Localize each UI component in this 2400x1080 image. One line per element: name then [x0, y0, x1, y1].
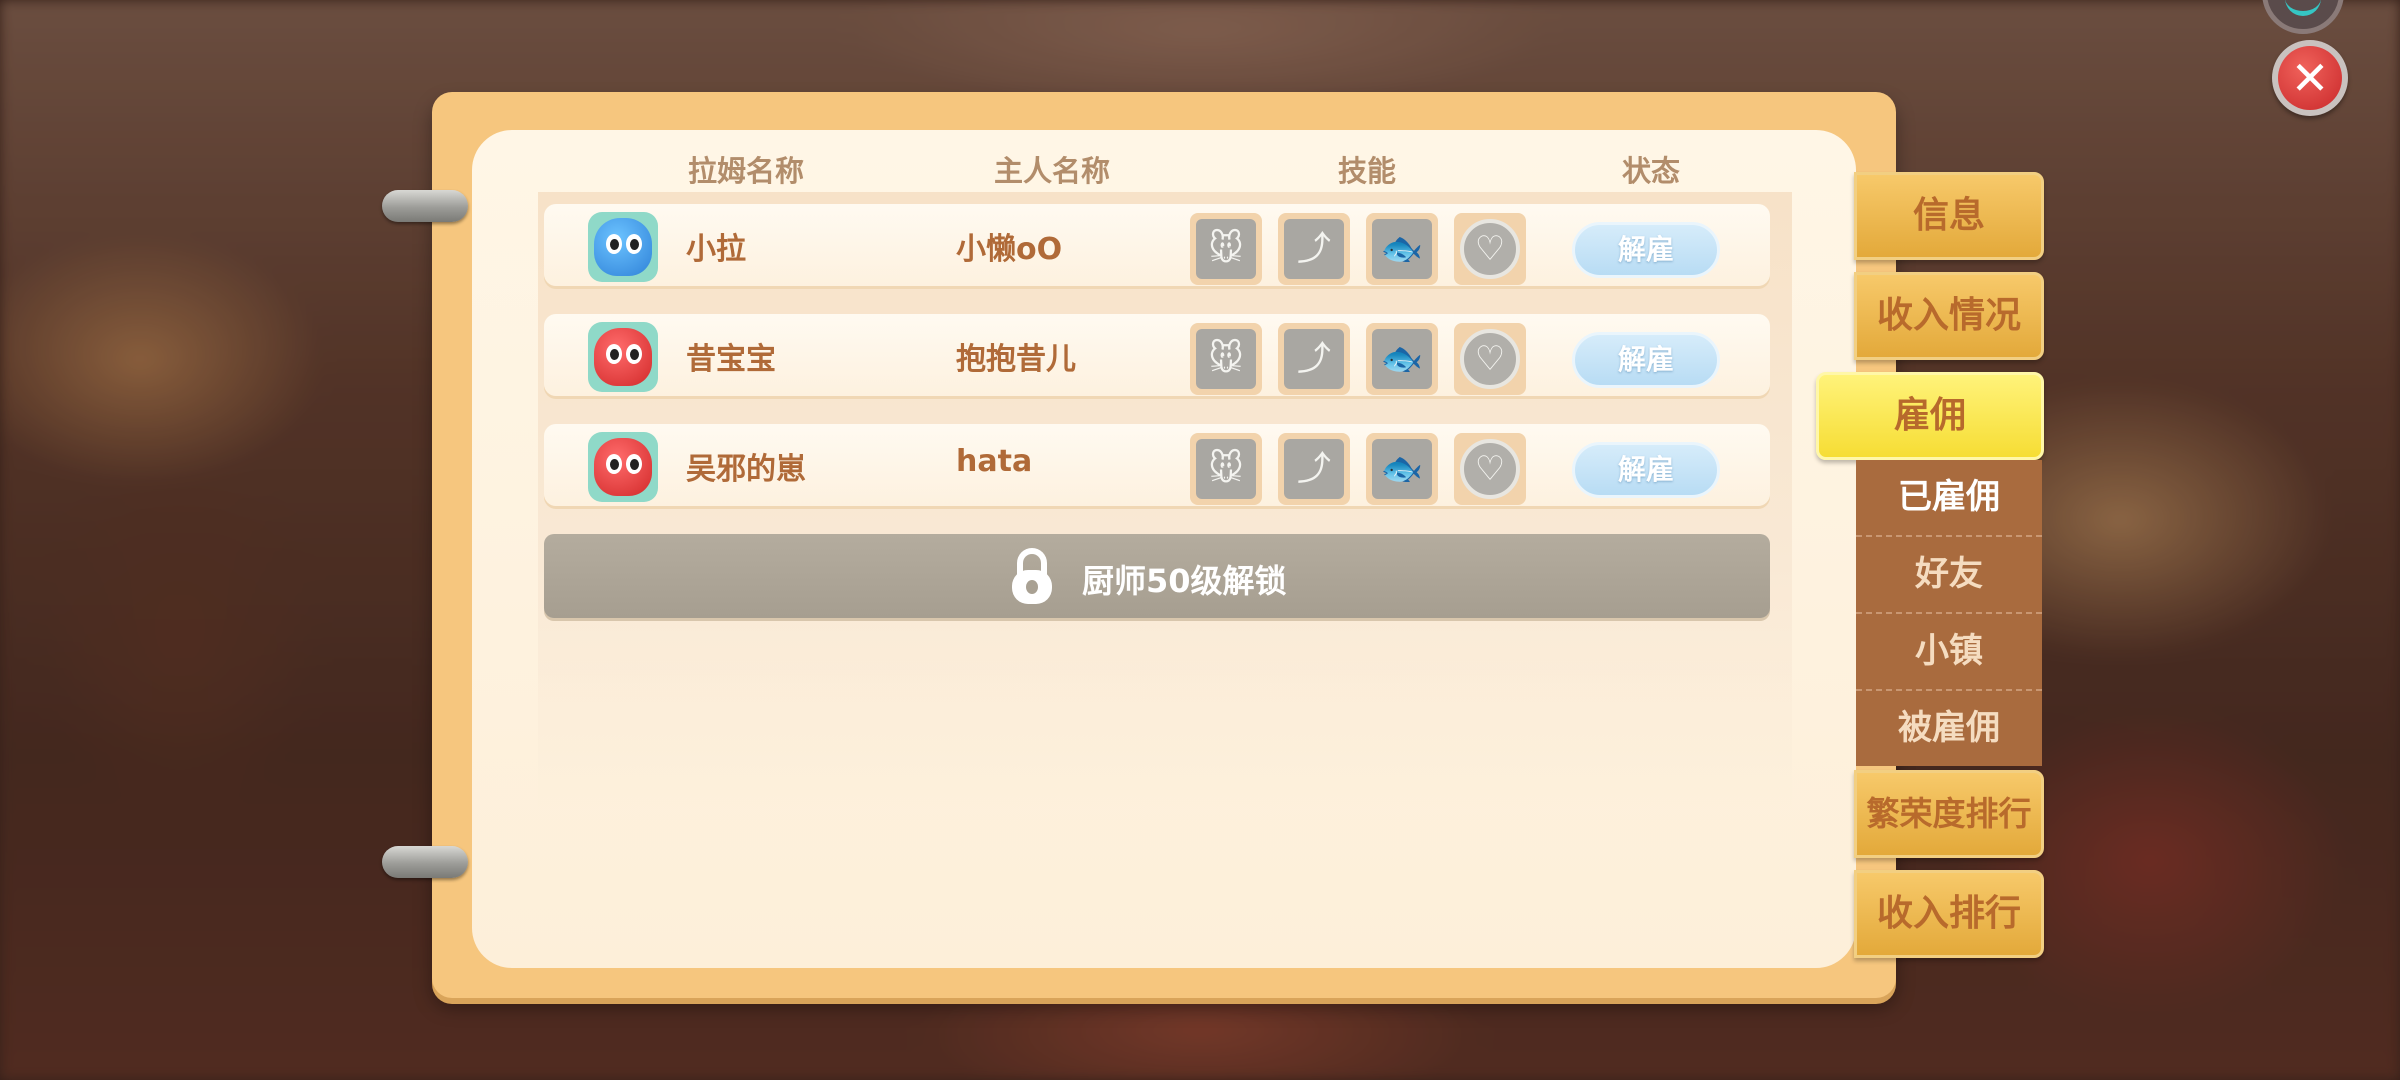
submenu-item-friends[interactable]: 好友 [1856, 537, 2042, 614]
dismiss-button[interactable]: 解雇 [1572, 442, 1720, 498]
dismiss-button[interactable]: 解雇 [1572, 332, 1720, 388]
mouse-skill-icon[interactable]: 🐭 [1190, 433, 1262, 505]
avatar [588, 212, 658, 282]
heart-skill-icon[interactable]: ♡ [1454, 323, 1526, 395]
fish-magnifier-skill-icon[interactable]: 🐟 [1366, 323, 1438, 395]
tab-hire[interactable]: 雇佣 [1816, 372, 2044, 460]
tab-prosperity-rank[interactable]: 繁荣度排行 [1854, 770, 2044, 858]
table-row: 昔宝宝 抱抱昔儿 🐭 ⤴ 🐟 ♡ 解雇 [544, 314, 1770, 396]
header-skills: 技能 [1338, 154, 1397, 188]
header-slime-name: 拉姆名称 [688, 154, 805, 188]
header-owner-name: 主人名称 [994, 154, 1111, 188]
submenu-item-hired[interactable]: 已雇佣 [1856, 460, 2042, 537]
owner-name: hata [956, 444, 1033, 479]
slime-name: 小拉 [686, 232, 746, 267]
table-row: 吴邪的崽 hata 🐭 ⤴ 🐟 ♡ 解雇 [544, 424, 1770, 506]
close-icon: ✕ [2278, 46, 2342, 110]
header-status: 状态 [1622, 154, 1681, 188]
locked-slot-bar[interactable]: 厨师50级解锁 [544, 534, 1770, 618]
slime-name: 吴邪的崽 [686, 452, 806, 487]
heart-skill-icon[interactable]: ♡ [1454, 433, 1526, 505]
red-slime-icon [594, 328, 652, 386]
red-slime-icon [594, 438, 652, 496]
submenu-item-town[interactable]: 小镇 [1856, 614, 2042, 691]
binder-ring-bottom [382, 846, 468, 878]
avatar [588, 432, 658, 502]
tab-income-rank[interactable]: 收入排行 [1854, 870, 2044, 958]
slime-name: 昔宝宝 [686, 342, 776, 377]
tab-info[interactable]: 信息 [1854, 172, 2044, 260]
fish-magnifier-skill-icon[interactable]: 🐟 [1366, 433, 1438, 505]
avatar [588, 322, 658, 392]
blue-slime-icon [594, 218, 652, 276]
mouse-skill-icon[interactable]: 🐭 [1190, 213, 1262, 285]
heart-skill-icon[interactable]: ♡ [1454, 213, 1526, 285]
mouse-skill-icon[interactable]: 🐭 [1190, 323, 1262, 395]
hire-submenu: 已雇佣 好友 小镇 被雇佣 [1856, 460, 2042, 766]
dismiss-button[interactable]: 解雇 [1572, 222, 1720, 278]
lock-icon [1012, 548, 1052, 604]
tab-income[interactable]: 收入情况 [1854, 272, 2044, 360]
close-button[interactable]: ✕ [2272, 40, 2348, 116]
owner-name: 小懒oO [956, 232, 1063, 267]
chart-notebook-skill-icon[interactable]: ⤴ [1278, 213, 1350, 285]
owner-name: 抱抱昔儿 [956, 342, 1076, 377]
chart-notebook-skill-icon[interactable]: ⤴ [1278, 323, 1350, 395]
table-row: 小拉 小懒oO 🐭 ⤴ 🐟 ♡ 解雇 [544, 204, 1770, 286]
chart-notebook-skill-icon[interactable]: ⤴ [1278, 433, 1350, 505]
unlock-requirement-text: 厨师50级解锁 [1082, 562, 1287, 600]
binder-ring-top [382, 190, 468, 222]
submenu-item-be-hired[interactable]: 被雇佣 [1856, 691, 2042, 766]
fish-magnifier-skill-icon[interactable]: 🐟 [1366, 213, 1438, 285]
